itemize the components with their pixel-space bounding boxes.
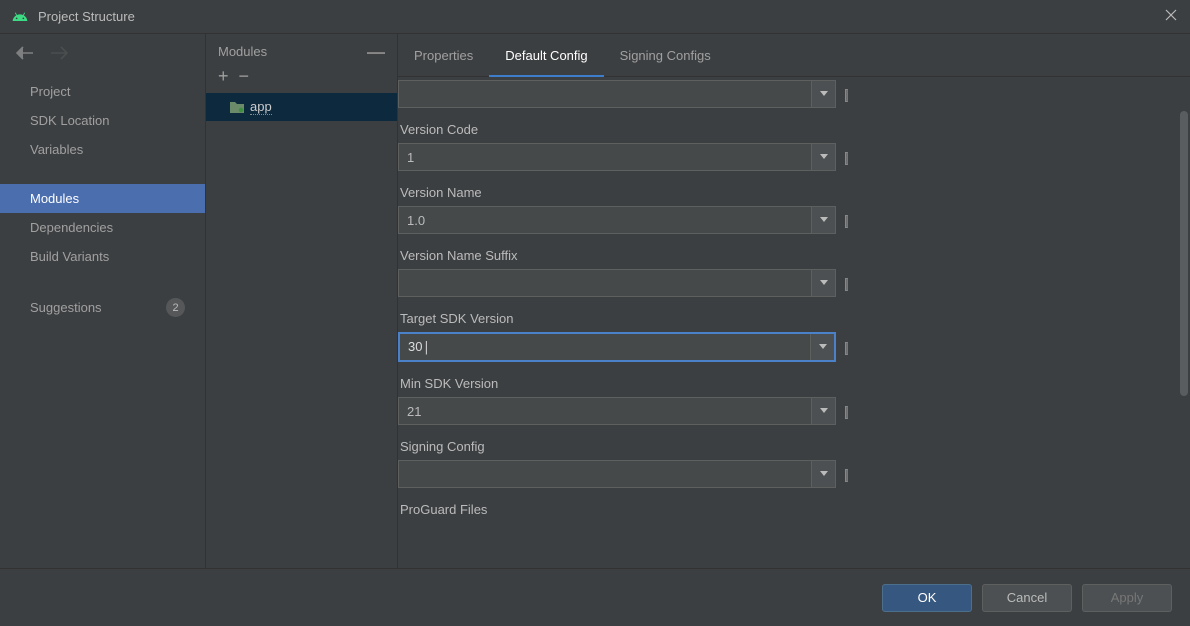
label-proguard: ProGuard Files <box>398 502 1174 517</box>
nav-arrows <box>0 34 205 77</box>
android-icon <box>12 9 28 25</box>
field-extra-icon[interactable]: [] <box>844 339 846 355</box>
suggestions-badge: 2 <box>166 298 185 317</box>
scrollbar-thumb[interactable] <box>1180 111 1188 396</box>
sidebar-item-label: Project <box>30 84 70 99</box>
row-version-name: Version Name 1.0 [] <box>398 185 1174 234</box>
modules-panel: Modules — + − app <box>206 34 398 568</box>
field-extra-icon[interactable]: [] <box>844 403 846 419</box>
close-icon[interactable] <box>1164 8 1178 25</box>
field-extra-icon[interactable]: [] <box>844 86 846 102</box>
add-module-button[interactable]: + <box>218 69 229 83</box>
button-bar: OK Cancel Apply <box>0 568 1190 626</box>
field-extra-icon[interactable]: [] <box>844 275 846 291</box>
row-target-sdk: Target SDK Version 30| [] <box>398 311 1174 362</box>
module-name: app <box>250 99 272 115</box>
field-app-id-suffix[interactable] <box>398 80 836 108</box>
titlebar: Project Structure <box>0 0 1190 34</box>
field-version-name[interactable]: 1.0 <box>398 206 836 234</box>
field-version-name-suffix[interactable] <box>398 269 836 297</box>
sidebar-item-label: Variables <box>30 142 83 157</box>
field-extra-icon[interactable]: [] <box>844 212 846 228</box>
field-target-sdk[interactable]: 30| <box>398 332 836 362</box>
label-signing-config: Signing Config <box>398 439 1174 454</box>
field-min-sdk[interactable]: 21 <box>398 397 836 425</box>
apply-button[interactable]: Apply <box>1082 584 1172 612</box>
label-target-sdk: Target SDK Version <box>398 311 1174 326</box>
field-signing-config[interactable] <box>398 460 836 488</box>
sidebar-item-label: Modules <box>30 191 79 206</box>
content-panel: Properties Default Config Signing Config… <box>398 34 1190 568</box>
sidebar-item-modules[interactable]: Modules <box>0 184 205 213</box>
collapse-icon[interactable]: — <box>367 47 385 57</box>
field-extra-icon[interactable]: [] <box>844 466 846 482</box>
back-icon[interactable] <box>16 46 34 63</box>
sidebar-item-project[interactable]: Project <box>0 77 205 106</box>
label-version-name: Version Name <box>398 185 1174 200</box>
sidebar-item-label: Dependencies <box>30 220 113 235</box>
cancel-button[interactable]: Cancel <box>982 584 1072 612</box>
sidebar-item-label: Suggestions <box>30 300 102 315</box>
row-min-sdk: Min SDK Version 21 [] <box>398 376 1174 425</box>
sidebar-item-suggestions[interactable]: Suggestions 2 <box>0 291 205 324</box>
tab-default-config[interactable]: Default Config <box>489 48 603 77</box>
sidebar-item-label: SDK Location <box>30 113 110 128</box>
field-version-code[interactable]: 1 <box>398 143 836 171</box>
field-extra-icon[interactable]: [] <box>844 149 846 165</box>
ok-button[interactable]: OK <box>882 584 972 612</box>
window-title: Project Structure <box>38 9 135 24</box>
modules-header-label: Modules <box>218 44 267 59</box>
forward-icon[interactable] <box>50 46 68 63</box>
label-version-name-suffix: Version Name Suffix <box>398 248 1174 263</box>
row-version-name-suffix: Version Name Suffix [] <box>398 248 1174 297</box>
tabs: Properties Default Config Signing Config… <box>398 34 1190 77</box>
row-app-id-suffix: Application ID Suffix [] <box>398 77 1174 108</box>
chevron-down-icon[interactable] <box>810 334 834 360</box>
sidebar-item-variables[interactable]: Variables <box>0 135 205 164</box>
chevron-down-icon[interactable] <box>811 81 835 107</box>
tab-properties[interactable]: Properties <box>398 48 489 76</box>
row-version-code: Version Code 1 [] <box>398 122 1174 171</box>
chevron-down-icon[interactable] <box>811 270 835 296</box>
module-item-app[interactable]: app <box>206 93 397 121</box>
row-proguard: ProGuard Files <box>398 502 1174 517</box>
chevron-down-icon[interactable] <box>811 207 835 233</box>
scrollbar[interactable] <box>1178 105 1188 568</box>
sidebar-item-dependencies[interactable]: Dependencies <box>0 213 205 242</box>
chevron-down-icon[interactable] <box>811 144 835 170</box>
folder-icon <box>230 101 244 113</box>
remove-module-button[interactable]: − <box>239 69 250 83</box>
label-version-code: Version Code <box>398 122 1174 137</box>
label-min-sdk: Min SDK Version <box>398 376 1174 391</box>
left-panel: Project SDK Location Variables Modules D… <box>0 34 206 568</box>
chevron-down-icon[interactable] <box>811 461 835 487</box>
tab-signing-configs[interactable]: Signing Configs <box>604 48 727 76</box>
sidebar-item-build-variants[interactable]: Build Variants <box>0 242 205 271</box>
row-signing-config: Signing Config [] <box>398 439 1174 488</box>
chevron-down-icon[interactable] <box>811 398 835 424</box>
sidebar-item-label: Build Variants <box>30 249 109 264</box>
sidebar-item-sdk-location[interactable]: SDK Location <box>0 106 205 135</box>
